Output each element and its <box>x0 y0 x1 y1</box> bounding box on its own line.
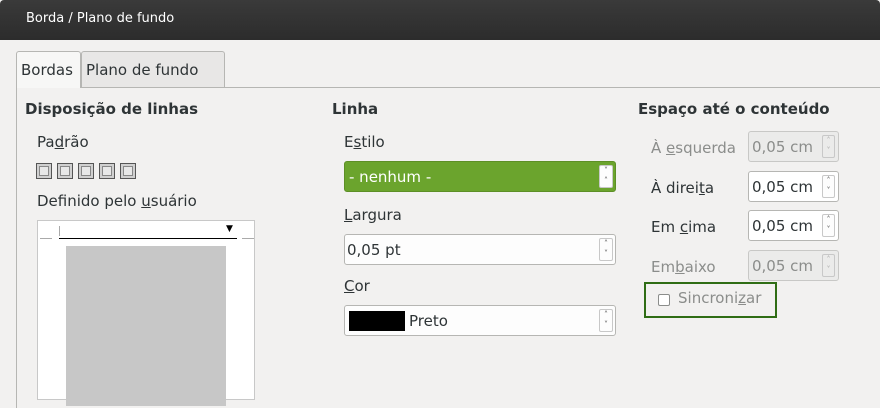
spacing-heading: Espaço até o conteúdo <box>638 100 830 118</box>
bottom-spacing-value: 0,05 cm <box>752 257 814 275</box>
style-label: Estilo <box>344 133 385 151</box>
left-spacing-label: À esquerda <box>651 139 736 157</box>
preview-corner-mark <box>59 226 60 236</box>
preset-box-lines-button[interactable] <box>78 163 94 179</box>
window-title: Borda / Plano de fundo <box>26 11 175 26</box>
top-spacing-field[interactable]: 0,05 cm ˄ ˅ <box>748 210 839 241</box>
line-heading: Linha <box>332 100 379 118</box>
right-spacing-value: 0,05 cm <box>752 178 814 196</box>
color-swatch <box>349 311 405 331</box>
updown-arrows-icon[interactable]: ˅ ˄ <box>599 165 613 188</box>
preset-shadow-button[interactable] <box>99 163 115 179</box>
spin-arrows-icon[interactable]: ˄ ˅ <box>822 254 835 277</box>
tab-plano-de-fundo[interactable]: Plano de fundo <box>81 51 225 87</box>
default-label: Padrão <box>37 133 89 151</box>
arrow-down-icon: ▼ <box>226 224 233 234</box>
preview-corner-mark <box>242 238 254 239</box>
preview-corner-mark <box>40 238 52 239</box>
preset-inner-button[interactable] <box>120 163 136 179</box>
style-value: - nenhum - <box>349 168 432 186</box>
left-spacing-value: 0,05 cm <box>752 138 814 156</box>
spin-arrows-icon[interactable]: ˄ ˅ <box>822 135 835 158</box>
bottom-spacing-label: Embaixo <box>651 258 716 276</box>
spin-arrows-icon[interactable]: ˄ ˅ <box>822 214 835 237</box>
color-label: Cor <box>344 277 370 295</box>
border-preview[interactable]: ▼ <box>37 220 255 406</box>
preview-page-area <box>66 246 226 406</box>
synchronize-checkbox[interactable]: Sincronizar <box>644 282 777 318</box>
right-spacing-field[interactable]: 0,05 cm ˄ ˅ <box>748 171 839 202</box>
title-bar: Borda / Plano de fundo <box>0 0 880 40</box>
width-field[interactable]: 0,05 pt ˄ ˅ <box>344 234 616 265</box>
width-label: Largura <box>344 206 402 224</box>
right-spacing-label: À direita <box>651 179 715 197</box>
checkbox-icon[interactable] <box>658 294 670 306</box>
updown-arrows-icon[interactable]: ˄ ˅ <box>599 309 613 332</box>
preset-box-button[interactable] <box>57 163 73 179</box>
spin-arrows-icon[interactable]: ˄ ˅ <box>599 238 613 261</box>
line-arrangement-heading: Disposição de linhas <box>25 100 198 118</box>
left-spacing-field[interactable]: 0,05 cm ˄ ˅ <box>748 131 839 162</box>
user-defined-label: Definido pelo usuário <box>37 192 197 210</box>
color-value: Preto <box>409 312 448 330</box>
color-select[interactable]: Preto ˄ ˅ <box>344 305 616 336</box>
top-spacing-label: Em cima <box>651 218 717 236</box>
top-spacing-value: 0,05 cm <box>752 217 814 235</box>
preset-none-button[interactable] <box>36 163 52 179</box>
synchronize-label: Sincronizar <box>678 289 762 307</box>
style-select[interactable]: - nenhum - ˅ ˄ <box>344 161 616 192</box>
preview-top-border-line[interactable] <box>59 238 237 239</box>
bottom-spacing-field[interactable]: 0,05 cm ˄ ˅ <box>748 250 839 281</box>
spin-arrows-icon[interactable]: ˄ ˅ <box>822 175 835 198</box>
tab-bordas[interactable]: Bordas <box>16 51 81 88</box>
width-value: 0,05 pt <box>347 241 401 259</box>
